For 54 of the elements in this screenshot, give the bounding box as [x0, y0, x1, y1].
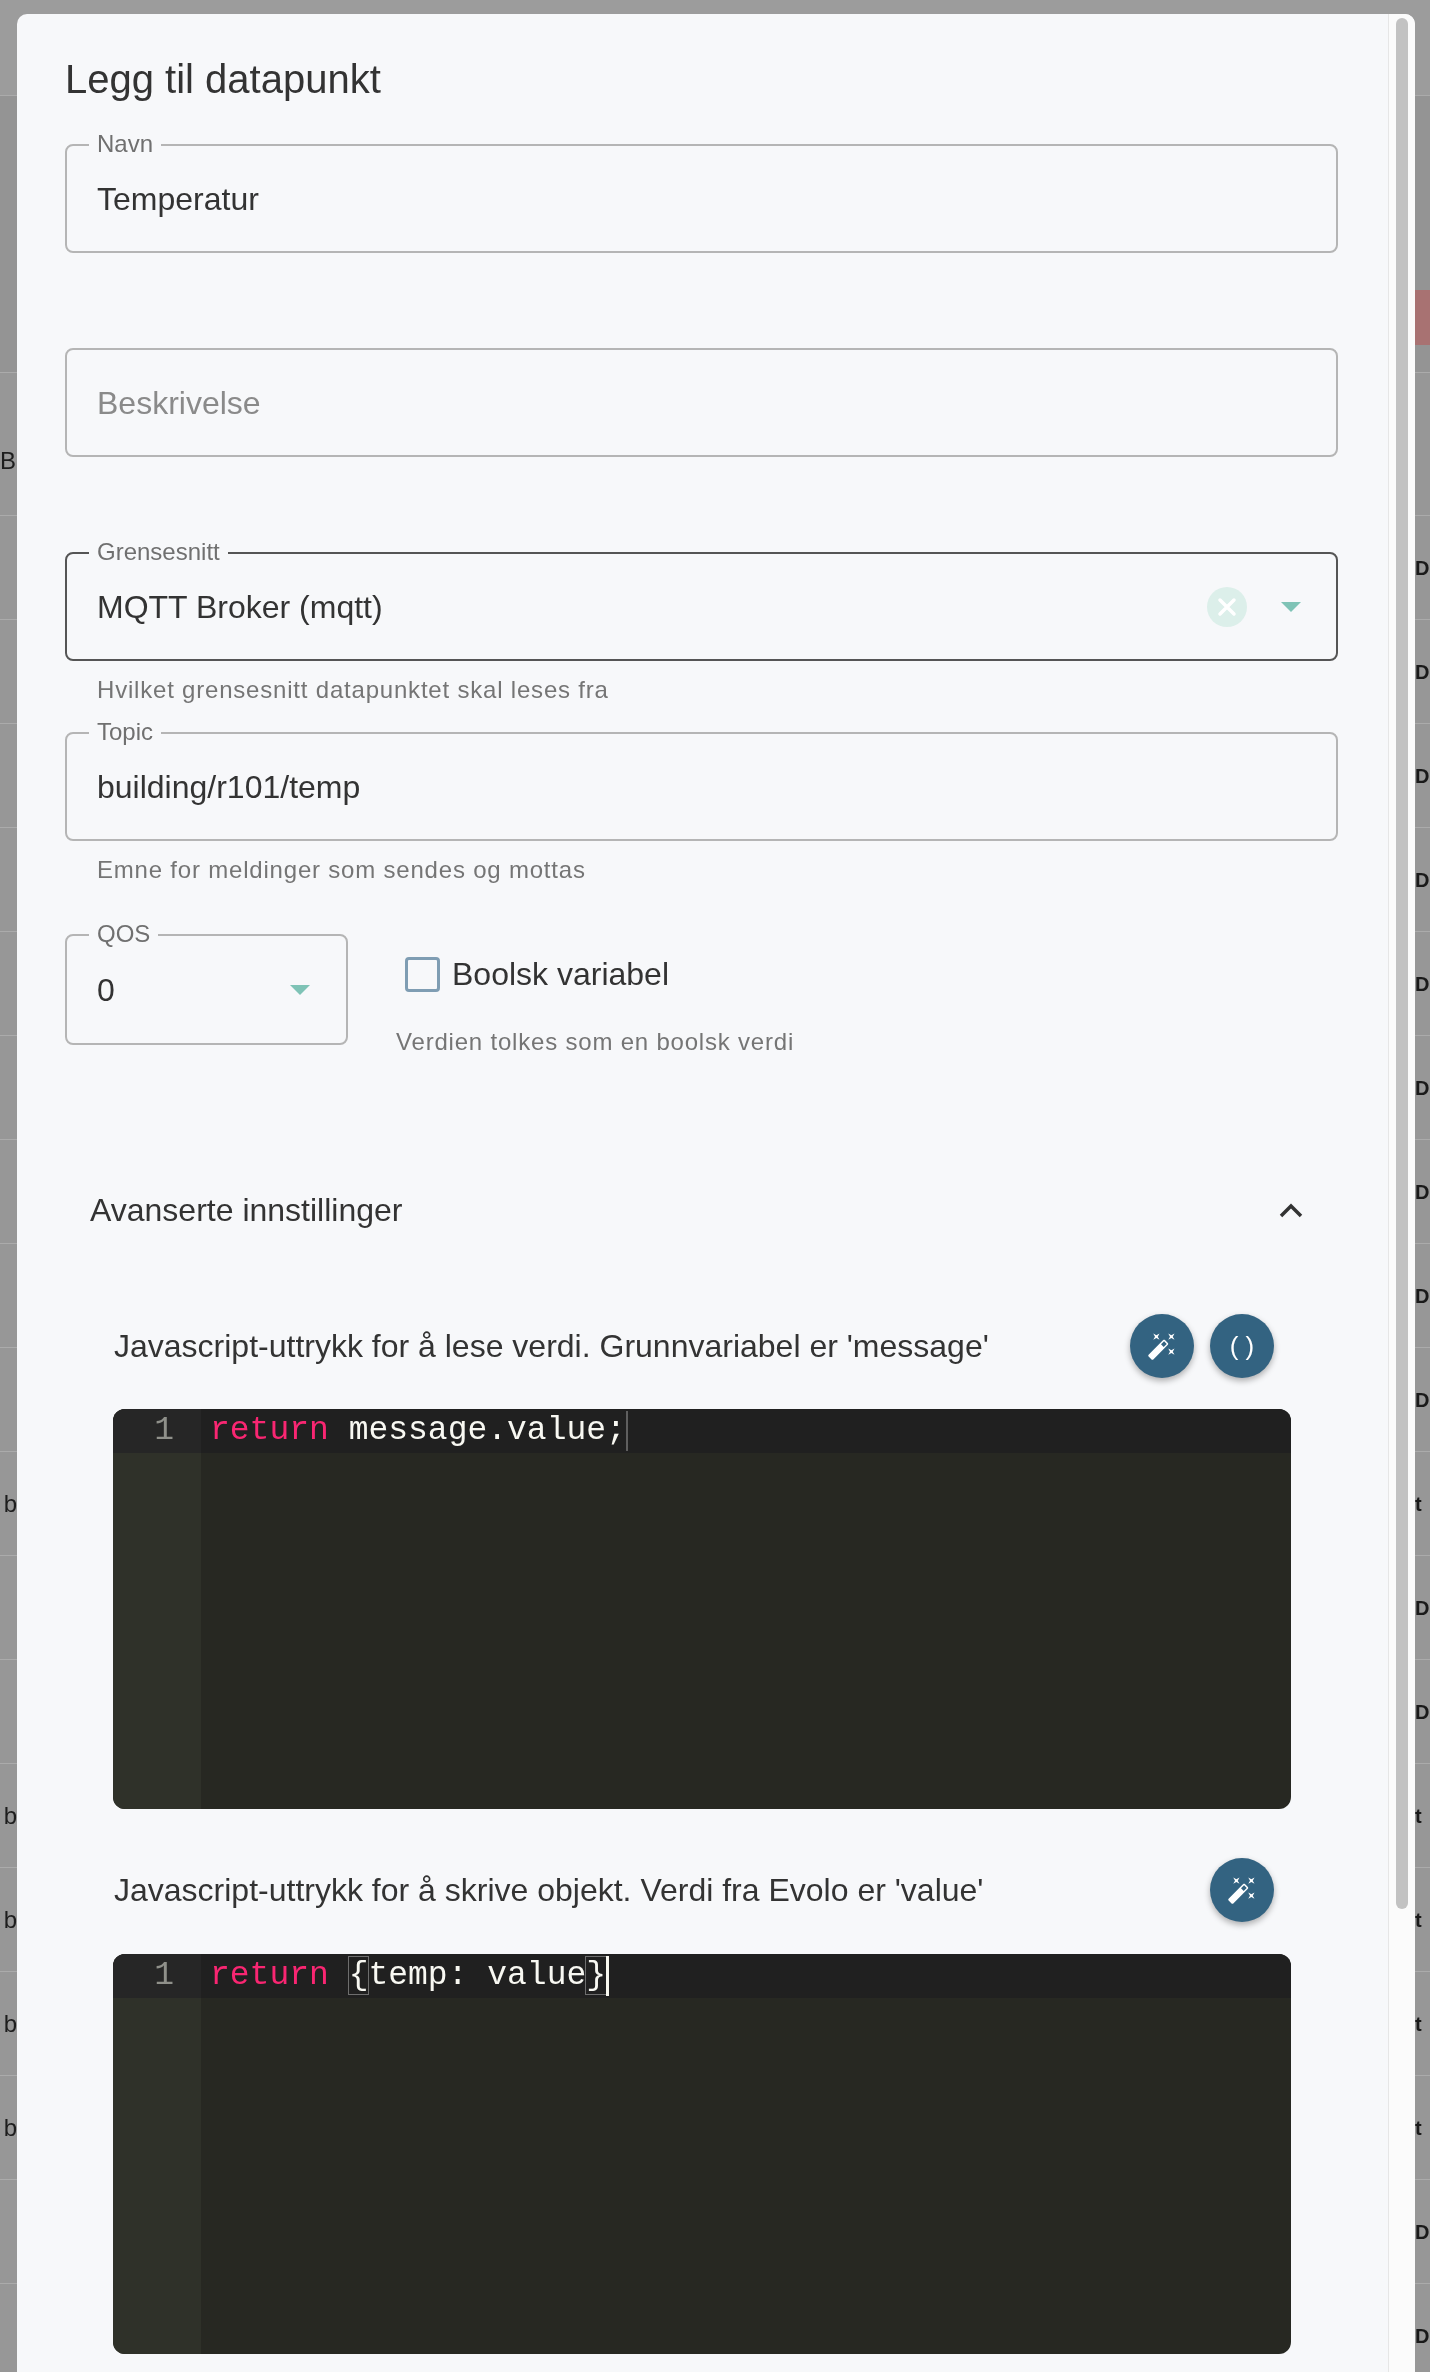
dropdown-arrow-icon[interactable]: [290, 984, 310, 995]
cell-text: D: [1415, 659, 1430, 685]
cell-text: D: [1415, 1075, 1430, 1101]
editor-label: Javascript-uttrykk for å lese verdi. Grunnvariabel er 'message': [113, 1327, 989, 1366]
code-line: return message.value;: [210, 1411, 626, 1451]
helper-text: Verdien tolkes som en boolsk verdi: [396, 1027, 795, 1057]
helper-text: Hvilket grensesnitt datapunktet skal leses fra: [96, 675, 610, 705]
magic-wand-button[interactable]: [1210, 1858, 1274, 1922]
cell-text: D: [1415, 971, 1430, 997]
code-editor[interactable]: 1 return message.value;: [113, 1409, 1291, 1809]
cell-text: D: [1415, 2219, 1430, 2245]
line-number: 1: [154, 1956, 174, 1996]
checkbox-label[interactable]: Boolsk variabel: [452, 954, 669, 994]
code-line: return {temp: value}: [210, 1956, 607, 1996]
field-value: Temperatur: [97, 179, 259, 219]
cell-text: t: [1415, 1803, 1422, 1829]
accordion-header[interactable]: Avanserte innstillinger: [65, 1162, 1338, 1258]
field-value: MQTT Broker (mqtt): [97, 587, 383, 627]
dropdown-arrow-icon[interactable]: [1281, 601, 1301, 612]
cell-text: D: [1415, 2323, 1430, 2349]
cell-text: b: [3, 1488, 17, 1519]
cell-text: D: [1415, 1283, 1430, 1309]
placeholder-text: Beskrivelse: [97, 383, 261, 423]
scrollbar-thumb[interactable]: [1396, 18, 1408, 1909]
line-number: 1: [154, 1411, 174, 1451]
magic-wand-icon: [1227, 1875, 1257, 1905]
code-editor[interactable]: 1 return {temp: value}: [113, 1954, 1291, 2354]
chevron-up-icon[interactable]: [1279, 1202, 1303, 1218]
cell-text: D: [1415, 1699, 1430, 1725]
cell-text: b: [3, 1800, 17, 1831]
cell-text: b: [3, 1904, 17, 1935]
editor-label: Javascript-uttrykk for å skrive objekt. Verdi fra Evolo er 'value': [113, 1871, 984, 1910]
magic-wand-button[interactable]: [1130, 1314, 1194, 1378]
dialog-title: Legg til datapunkt: [65, 56, 382, 103]
magic-wand-icon: [1147, 1331, 1177, 1361]
cell-text: D: [1415, 867, 1430, 893]
cell-text: t: [1415, 2115, 1422, 2141]
column-header: B: [0, 446, 16, 476]
cell-text: b: [3, 2112, 17, 2143]
background-block: [1415, 290, 1430, 345]
cell-text: t: [1415, 2011, 1422, 2037]
parentheses-button[interactable]: ( ): [1210, 1314, 1274, 1378]
field-value: 0: [97, 970, 115, 1010]
cell-text: D: [1415, 555, 1430, 581]
field-value: building/r101/temp: [97, 767, 361, 807]
cell-text: t: [1415, 1491, 1422, 1517]
cell-text: b: [3, 2008, 17, 2039]
cell-text: t: [1415, 1907, 1422, 1933]
cell-text: D: [1415, 1387, 1430, 1413]
checkbox[interactable]: [405, 956, 440, 992]
cell-text: D: [1415, 1595, 1430, 1621]
helper-text: Emne for meldinger som sendes og mottas: [96, 855, 587, 885]
cell-text: D: [1415, 1179, 1430, 1205]
cell-text: D: [1415, 763, 1430, 789]
